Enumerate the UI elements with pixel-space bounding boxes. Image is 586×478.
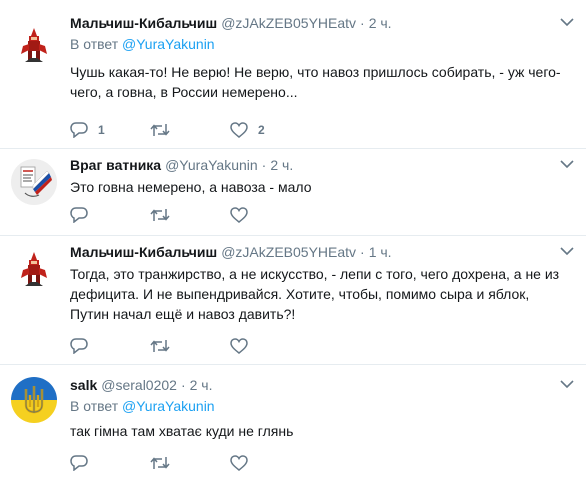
avatar[interactable] [11, 22, 57, 68]
chevron-down-icon[interactable] [560, 379, 574, 389]
user-handle[interactable]: @YuraYakunin [165, 157, 258, 173]
user-handle[interactable]: @zJAkZEB05YHEatv [221, 244, 356, 260]
reply-icon [70, 207, 88, 223]
separator-dot: · [180, 377, 186, 393]
heart-icon [230, 338, 248, 354]
tweet[interactable]: salk @seral0202 · 2 ч. В ответ @YuraYaku… [0, 365, 586, 478]
ukraine-trident-avatar-icon [11, 377, 57, 423]
display-name[interactable]: Враг ватника [70, 157, 161, 173]
retweet-button[interactable] [150, 207, 230, 223]
heart-icon [230, 122, 248, 138]
chevron-down-icon[interactable] [560, 159, 574, 169]
avatar[interactable] [11, 246, 57, 292]
like-count: 2 [258, 123, 265, 137]
reply-context: В ответ @YuraYakunin [70, 34, 576, 54]
tweet-text: Чушь какая-то! Не верю! Не верю, что нав… [70, 64, 561, 100]
like-button[interactable]: 2 [230, 122, 310, 138]
reply-button[interactable] [70, 338, 150, 354]
tweet[interactable]: Враг ватника @YuraYakunin · 2 ч. Это гов… [0, 149, 586, 235]
reply-mention-link[interactable]: @YuraYakunin [122, 36, 215, 52]
red-horseman-avatar-icon [11, 22, 57, 68]
tweet-actions: 1 2 [70, 120, 310, 140]
tweet-header: salk @seral0202 · 2 ч. [70, 375, 576, 395]
reply-button[interactable] [70, 455, 150, 471]
like-button[interactable] [230, 338, 310, 354]
retweet-button[interactable] [150, 455, 230, 471]
tweet[interactable]: Мальчиш-Кибальчиш @zJAkZEB05YHEatv · 1 ч… [0, 236, 586, 364]
separator-dot: · [360, 244, 365, 260]
tweet-header: Мальчиш-Кибальчиш @zJAkZEB05YHEatv · 1 ч… [70, 242, 576, 262]
retweet-button[interactable] [150, 122, 230, 138]
retweet-icon [150, 340, 170, 352]
reply-icon [70, 122, 88, 138]
reply-prefix: В ответ [70, 36, 123, 52]
tweet[interactable]: Мальчиш-Кибальчиш @zJAkZEB05YHEatv · 2 ч… [0, 0, 586, 148]
retweet-icon [150, 209, 170, 221]
tweet-actions [70, 453, 310, 473]
separator-dot: · [360, 15, 365, 31]
display-name[interactable]: salk [70, 377, 97, 393]
reply-context: В ответ @YuraYakunin [70, 396, 576, 416]
display-name[interactable]: Мальчиш-Кибальчиш [70, 244, 217, 260]
ballot-avatar-icon [11, 159, 57, 205]
tweet-text: Это говна немерено, а навоза - мало [70, 179, 312, 195]
reply-prefix: В ответ [70, 398, 123, 414]
tweet-header: Враг ватника @YuraYakunin · 2 ч. [70, 155, 576, 175]
reply-button[interactable] [70, 207, 150, 223]
reply-mention-link[interactable]: @YuraYakunin [122, 398, 215, 414]
retweet-icon [150, 457, 170, 469]
retweet-button[interactable] [150, 338, 230, 354]
tweet-actions [70, 336, 310, 356]
user-handle[interactable]: @zJAkZEB05YHEatv [221, 15, 356, 31]
timestamp[interactable]: 2 ч. [190, 377, 213, 393]
tweet-header: Мальчиш-Кибальчиш @zJAkZEB05YHEatv · 2 ч… [70, 13, 576, 33]
heart-icon [230, 207, 248, 223]
timestamp[interactable]: 1 ч. [369, 244, 392, 260]
timestamp[interactable]: 2 ч. [369, 15, 392, 31]
reply-count: 1 [98, 123, 105, 137]
heart-icon [230, 455, 248, 471]
red-horseman-avatar-icon [11, 246, 57, 292]
display-name[interactable]: Мальчиш-Кибальчиш [70, 15, 217, 31]
like-button[interactable] [230, 207, 310, 223]
tweet-actions [70, 205, 310, 225]
tweet-text: Тогда, это транжирство, а не искусство, … [70, 266, 560, 322]
reply-icon [70, 338, 88, 354]
like-button[interactable] [230, 455, 310, 471]
reply-icon [70, 455, 88, 471]
tweet-text: так гімна там хватає куди не глянь [70, 423, 294, 439]
retweet-icon [150, 124, 170, 136]
user-handle[interactable]: @seral0202 [101, 377, 177, 393]
timestamp[interactable]: 2 ч. [270, 157, 293, 173]
chevron-down-icon[interactable] [560, 17, 574, 27]
avatar[interactable] [11, 377, 57, 423]
chevron-down-icon[interactable] [560, 246, 574, 256]
separator-dot: · [261, 157, 267, 173]
avatar[interactable] [11, 159, 57, 205]
reply-button[interactable]: 1 [70, 122, 150, 138]
